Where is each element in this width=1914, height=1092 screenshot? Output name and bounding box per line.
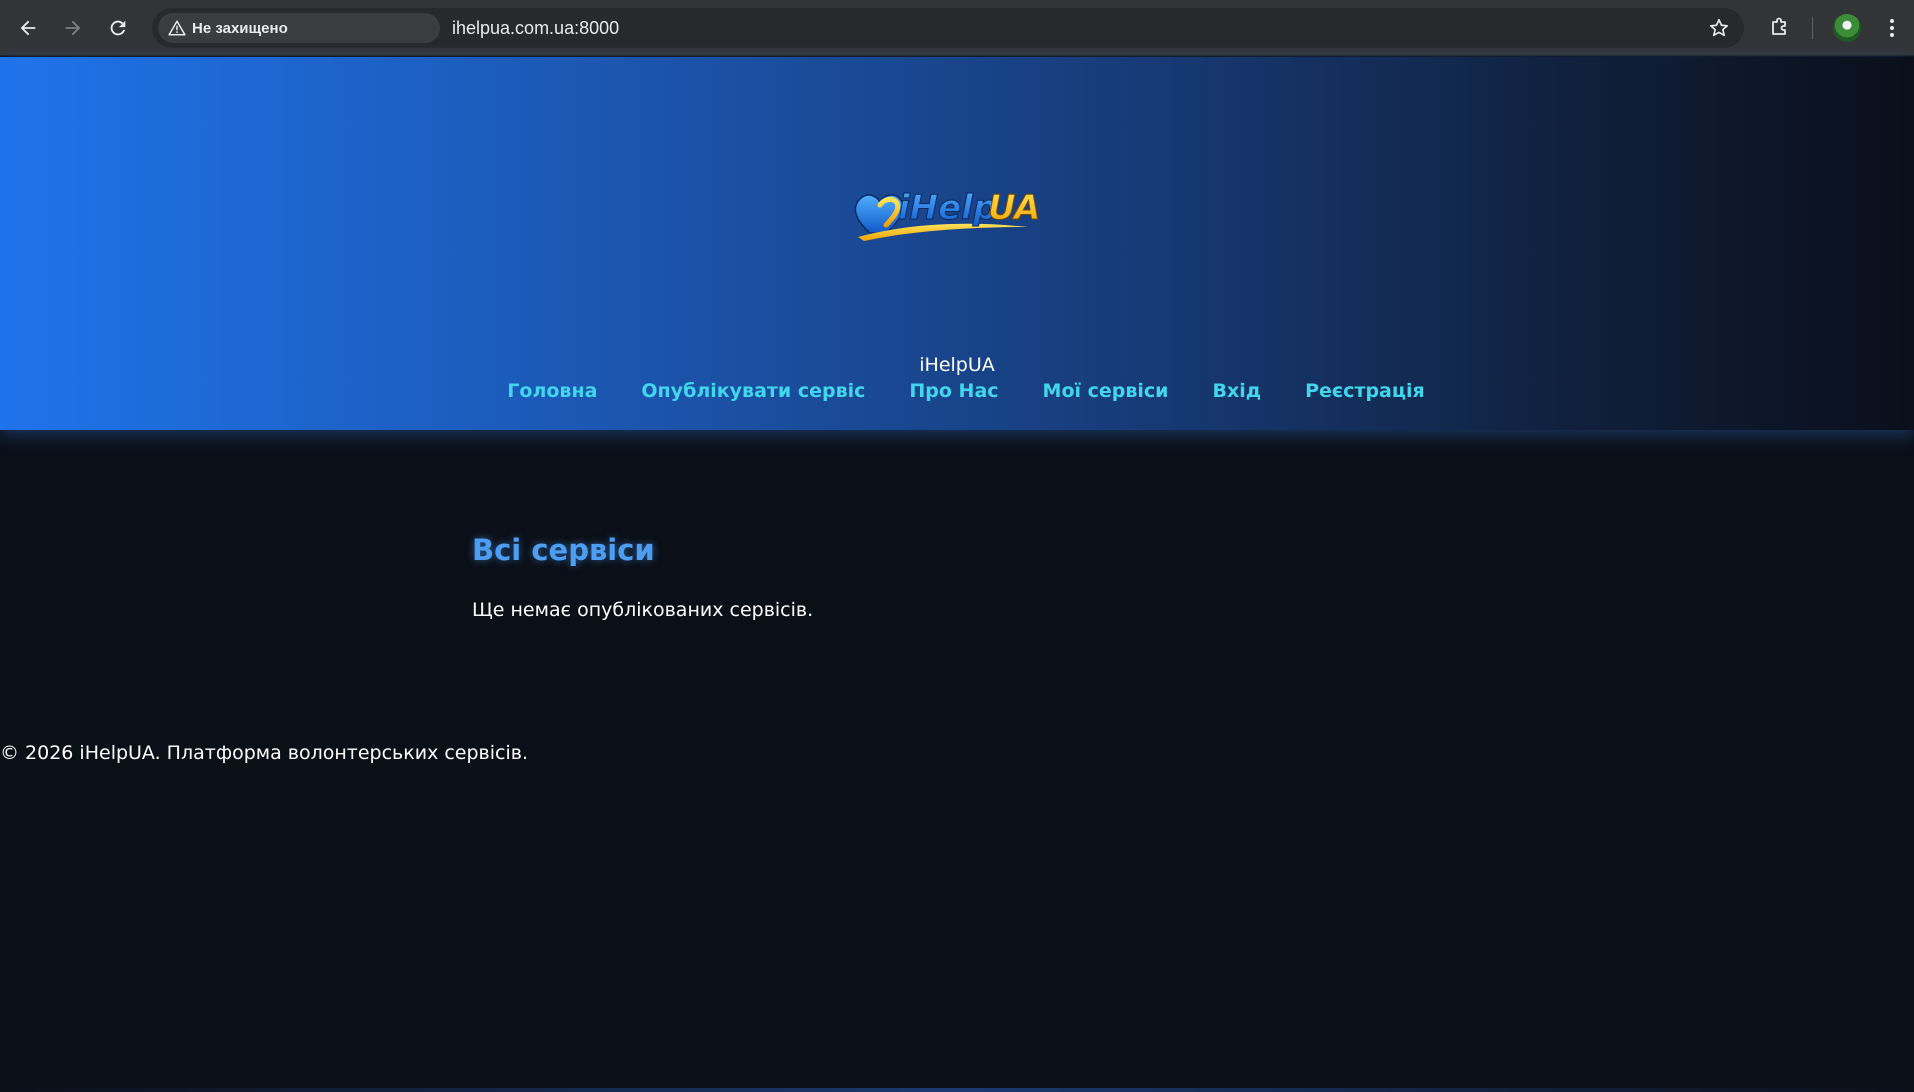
main-nav: Головна Опублікувати сервіс Про Нас Мої …	[0, 380, 1914, 402]
empty-state-message: Ще немає опублікованих сервісів.	[472, 599, 814, 621]
site-name: iHelpUA	[919, 354, 995, 376]
forward-button[interactable]	[57, 12, 89, 44]
avatar[interactable]	[1833, 14, 1861, 42]
nav-link-my-services[interactable]: Мої сервіси	[1043, 380, 1169, 402]
puzzle-icon[interactable]	[1768, 15, 1792, 39]
nav-link-login[interactable]: Вхід	[1213, 380, 1262, 402]
reload-button[interactable]	[102, 12, 134, 44]
url-text[interactable]: ihelpua.com.ua:8000	[452, 18, 619, 39]
site-logo[interactable]: iHelp UA	[850, 175, 1050, 245]
logo-text-main: iHelp	[898, 188, 997, 228]
reload-icon	[110, 20, 126, 36]
star-icon[interactable]	[1708, 17, 1730, 39]
nav-link-home[interactable]: Головна	[507, 380, 597, 402]
security-label: Не захищено	[192, 19, 288, 37]
security-indicator[interactable]: Не захищено	[158, 13, 440, 43]
toolbar-divider	[1812, 17, 1813, 39]
site-header: iHelp UA iHelpUA Головна Опублікувати се…	[0, 57, 1914, 430]
back-button[interactable]	[12, 12, 44, 44]
kebab-menu-icon[interactable]	[1880, 16, 1904, 40]
address-bar[interactable]: Не захищено ihelpua.com.ua:8000	[152, 8, 1744, 48]
browser-toolbar: Не захищено ihelpua.com.ua:8000	[0, 0, 1914, 56]
arrow-right-icon	[65, 20, 81, 36]
nav-link-about[interactable]: Про Нас	[909, 380, 998, 402]
warning-triangle-icon	[168, 20, 186, 36]
page-title: Всі сервіси	[472, 533, 655, 567]
nav-link-register[interactable]: Реєстрація	[1305, 380, 1425, 402]
arrow-left-icon	[20, 20, 36, 36]
site-footer: © 2026 iHelpUA. Платформа волонтерських …	[0, 742, 528, 764]
logo-text-accent: UA	[988, 188, 1040, 228]
bottom-divider	[0, 1088, 1914, 1092]
nav-link-publish-service[interactable]: Опублікувати сервіс	[641, 380, 865, 402]
